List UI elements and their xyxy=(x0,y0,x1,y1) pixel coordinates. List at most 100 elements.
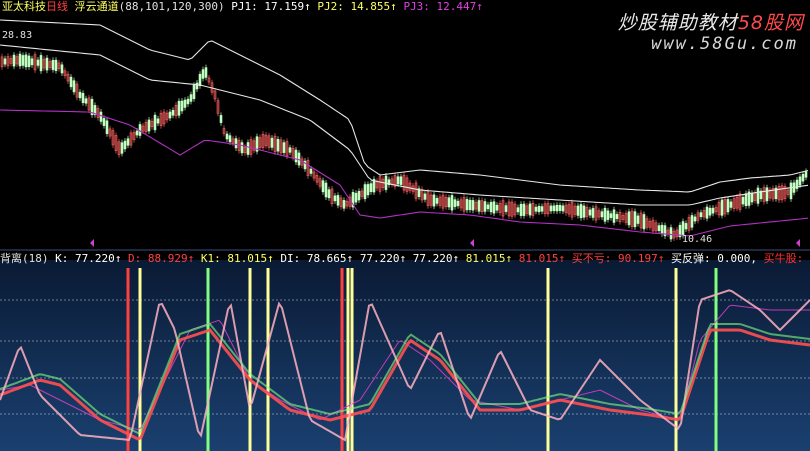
candle-body xyxy=(555,204,559,212)
candle-body xyxy=(489,202,493,213)
candle-body xyxy=(708,207,712,216)
candle-body xyxy=(276,138,280,152)
candle-body xyxy=(609,213,613,218)
candle-body xyxy=(486,204,490,210)
candle-body xyxy=(228,135,232,143)
candle-body xyxy=(342,200,346,209)
candle-body xyxy=(432,194,436,207)
candle-body xyxy=(591,208,595,218)
candle-body xyxy=(297,152,301,166)
candle-body xyxy=(171,109,175,116)
candle-body xyxy=(399,176,403,185)
candle-body xyxy=(684,223,688,230)
candle-body xyxy=(366,184,370,196)
candle-body xyxy=(3,58,7,65)
candle-body xyxy=(240,142,244,154)
candle-body xyxy=(576,205,580,216)
candle-body xyxy=(39,55,43,72)
candle-body xyxy=(99,111,103,122)
candle-body xyxy=(516,207,520,213)
pj1-value: PJ1: 17.159↑ xyxy=(231,0,311,13)
candle-body xyxy=(465,199,469,211)
candle-body xyxy=(750,193,754,203)
candle-body xyxy=(483,201,487,212)
candle-body xyxy=(78,91,82,99)
candle-body xyxy=(156,118,160,124)
candle-body xyxy=(198,73,202,87)
candle-body xyxy=(522,203,526,216)
candle-body xyxy=(789,182,793,200)
indicator-panel-bg xyxy=(0,260,810,451)
candle-body xyxy=(204,67,208,78)
candle-body xyxy=(669,227,673,240)
candle-body xyxy=(336,195,340,206)
candle-body xyxy=(219,115,223,123)
candle-body xyxy=(456,200,460,207)
high-price-label: 28.83 xyxy=(2,30,33,41)
candle-body xyxy=(534,206,538,212)
candle-body xyxy=(321,180,325,193)
candle-body xyxy=(741,196,745,205)
candle-body xyxy=(729,201,733,208)
candle-body xyxy=(690,215,694,228)
candle-body xyxy=(549,205,553,212)
candle-body xyxy=(51,59,55,70)
candle-body xyxy=(477,200,481,212)
candle-body xyxy=(30,58,34,66)
candle-body xyxy=(801,173,805,182)
candle-body xyxy=(453,199,457,207)
candle-body xyxy=(579,204,583,219)
candle-body xyxy=(354,192,358,203)
candle-body xyxy=(606,210,610,220)
candle-body xyxy=(558,205,562,211)
candle-body xyxy=(726,199,730,213)
bottom-header: 背离(18) K: 77.220↑ D: 88.929↑ K1: 81.015↑… xyxy=(0,252,810,265)
candle-body xyxy=(657,225,661,231)
candle-body xyxy=(270,137,274,148)
candle-body xyxy=(744,193,748,207)
oscillator-name: 背离(18) xyxy=(0,252,49,265)
candle-body xyxy=(225,133,229,140)
k-value: K: 77.220↑ xyxy=(55,252,122,265)
candle-body xyxy=(435,198,439,204)
candle-body xyxy=(552,205,556,212)
pj2-value: PJ2: 14.855↑ xyxy=(317,0,397,13)
candle-body xyxy=(636,215,640,224)
candle-body xyxy=(615,214,619,220)
candle-body xyxy=(60,64,64,74)
chart-canvas[interactable] xyxy=(0,0,810,451)
candle-body xyxy=(69,76,73,88)
candle-body xyxy=(447,197,451,208)
candle-body xyxy=(582,205,586,218)
candle-body xyxy=(588,209,592,216)
candle-body xyxy=(468,199,472,211)
candle-body xyxy=(186,98,190,105)
candle-body xyxy=(180,100,184,112)
candle-body xyxy=(45,57,49,71)
indicator-name: 浮云通道 xyxy=(74,0,119,13)
candle-body xyxy=(135,130,139,136)
candle-body xyxy=(81,92,85,104)
k1-value: K1: 81.015↑ xyxy=(200,252,274,265)
candle-body xyxy=(183,99,187,108)
top-header: 亚太科技日线 浮云通道(88,101,120,300) PJ1: 17.159↑… xyxy=(2,0,483,13)
candle-body xyxy=(357,191,361,201)
candle-body xyxy=(168,111,172,119)
candle-body xyxy=(765,187,769,202)
candle-body xyxy=(24,54,28,68)
candle-body xyxy=(126,138,130,146)
period-label: 日线 xyxy=(46,0,68,13)
candle-body xyxy=(612,209,616,223)
candle-body xyxy=(12,54,16,67)
candle-body xyxy=(495,204,499,211)
candle-body xyxy=(528,203,532,216)
candle-body xyxy=(189,94,193,102)
candle-body xyxy=(27,55,31,68)
candle-body xyxy=(309,168,313,174)
candle-body xyxy=(633,211,637,228)
candle-body xyxy=(84,98,88,104)
candle-body xyxy=(660,224,664,235)
buy-bull: 买牛股: 0 xyxy=(763,252,810,265)
candle-body xyxy=(537,206,541,213)
candle-body xyxy=(201,69,205,79)
